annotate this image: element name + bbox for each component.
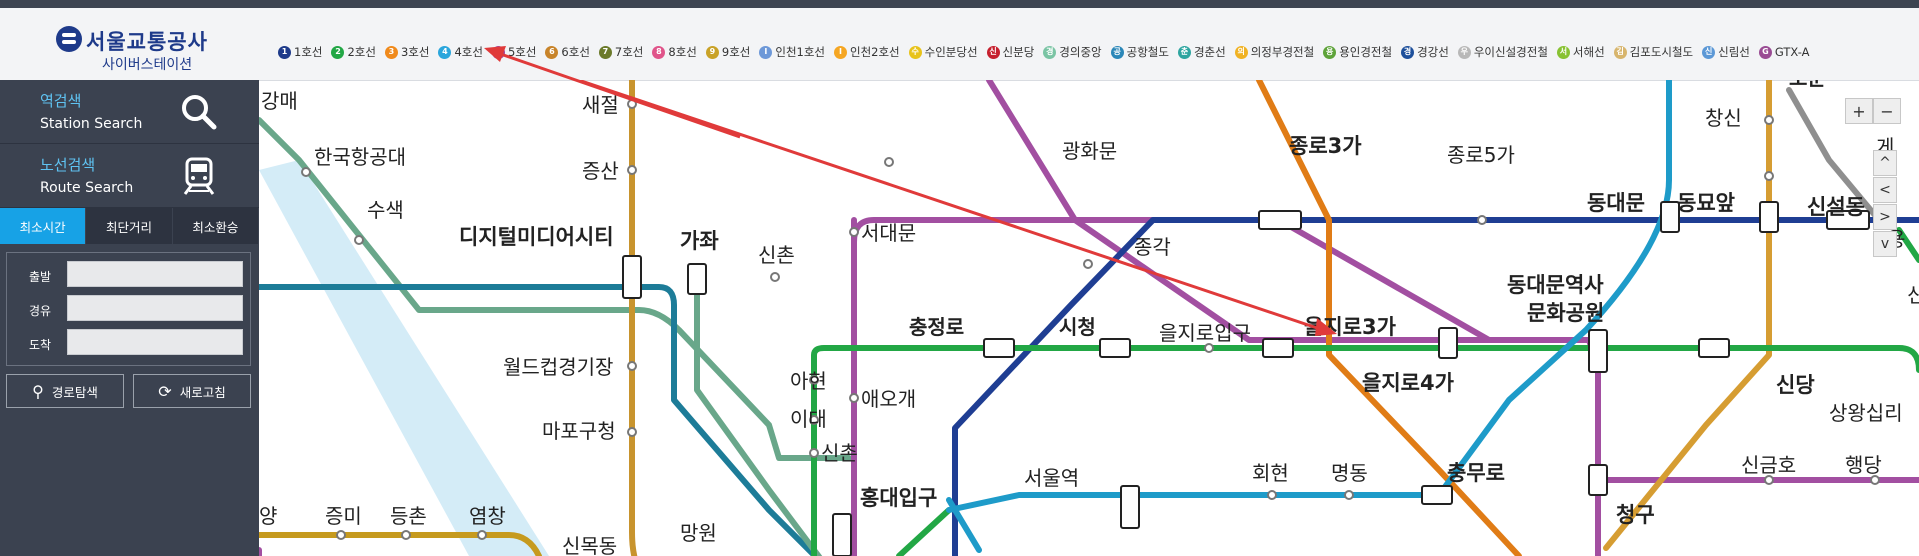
pan-controls: ^ < > v — [1873, 150, 1897, 258]
annotation-arrowhead-top — [484, 46, 506, 62]
pan-right-button[interactable]: > — [1873, 204, 1897, 230]
annotation-arrow-segment — [488, 48, 741, 139]
zoom-in-button[interactable]: + — [1845, 98, 1873, 124]
annotation-overlay — [484, 46, 741, 139]
pan-down-button[interactable]: v — [1873, 231, 1897, 257]
zoom-out-button[interactable]: − — [1873, 98, 1901, 124]
zoom-controls: + − — [1845, 98, 1901, 124]
pan-up-button[interactable]: ^ — [1873, 150, 1897, 176]
pan-left-button[interactable]: < — [1873, 177, 1897, 203]
